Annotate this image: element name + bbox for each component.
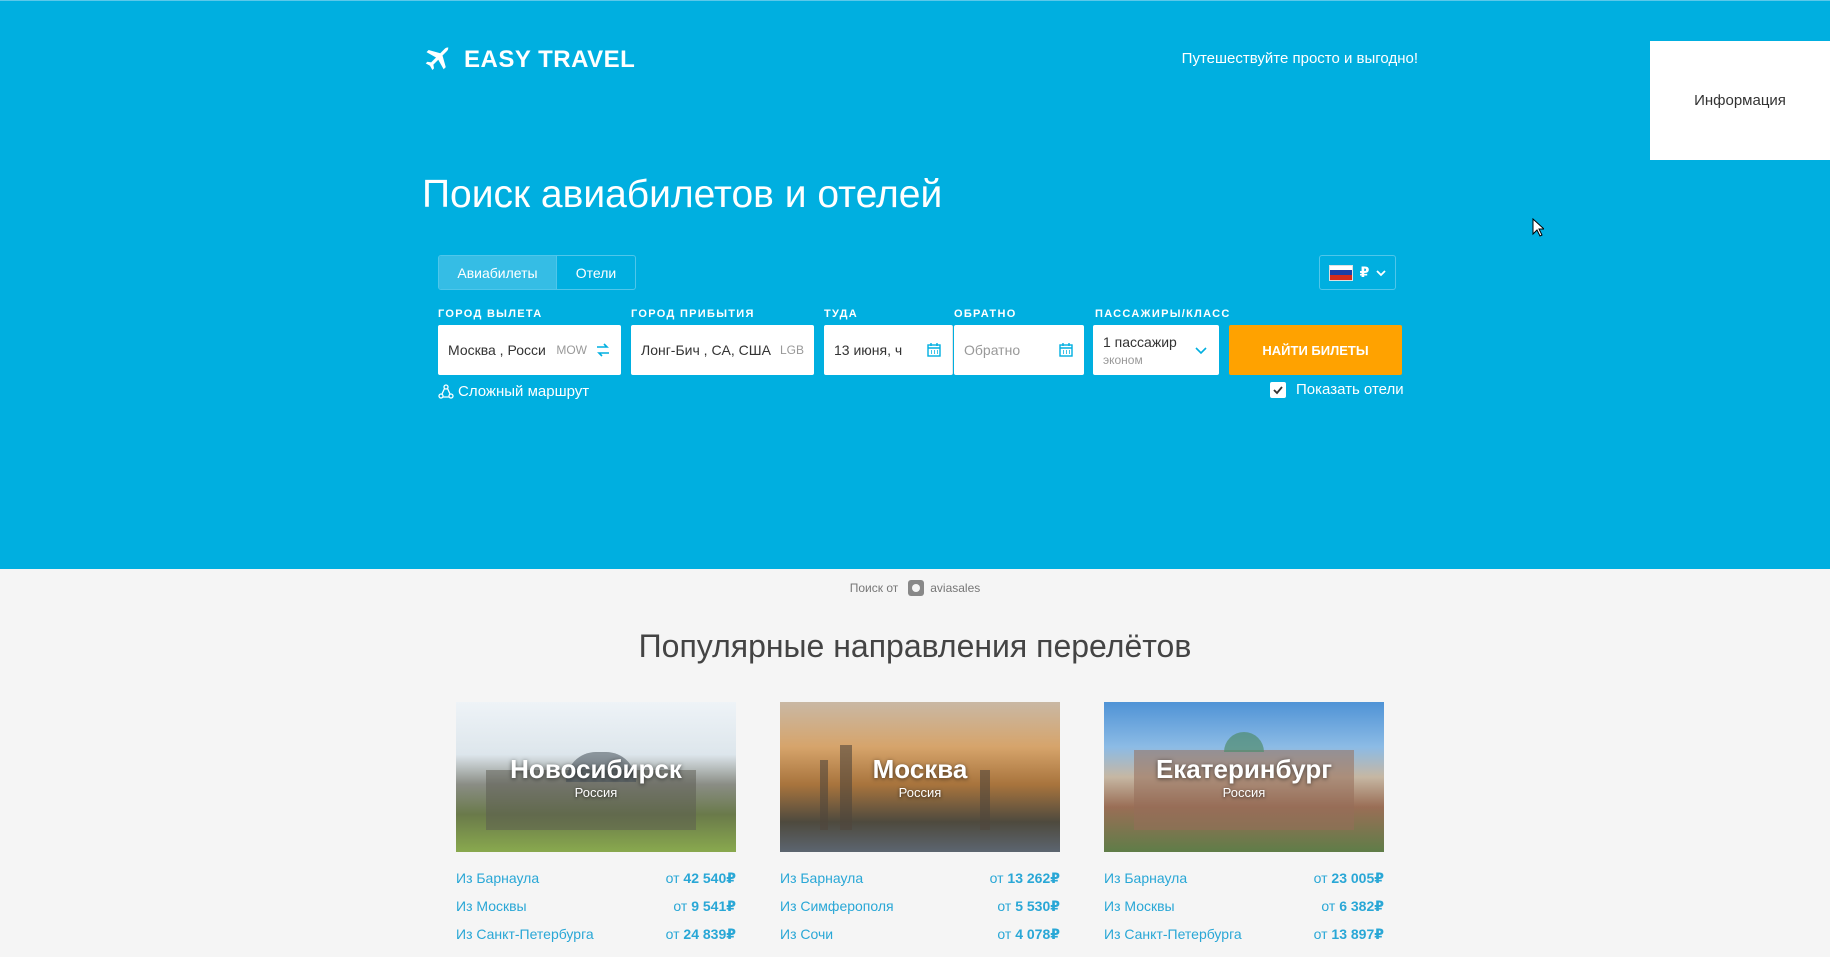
origin-code: MOW — [556, 343, 587, 357]
tab-flights[interactable]: Авиабилеты — [439, 256, 557, 289]
return-date-input[interactable]: Обратно — [954, 325, 1084, 375]
route-icon — [438, 383, 454, 399]
price-row[interactable]: Из Санкт-Петербурга от 24 839₽ — [456, 920, 736, 948]
route-price: от 13 262₽ — [989, 870, 1060, 886]
airplane-icon — [425, 46, 449, 70]
price-row[interactable]: Из Москвы от 9 541₽ — [456, 892, 736, 920]
chevron-down-icon — [1195, 347, 1207, 355]
destination-city: Москва — [872, 754, 968, 784]
depart-date-input[interactable]: 13 июня, ч — [824, 325, 953, 375]
russia-flag-icon — [1328, 264, 1353, 281]
powered-brand[interactable]: aviasales — [930, 581, 980, 595]
info-panel[interactable]: Информация — [1650, 41, 1830, 160]
route-price: от 42 540₽ — [665, 870, 736, 886]
destination-card[interactable]: Москва Россия Из Барнаула от 13 262₽ Из … — [780, 702, 1060, 948]
route-from: Из Барнаула — [780, 870, 864, 886]
route-from: Из Барнаула — [456, 870, 540, 886]
aviasales-logo-icon — [908, 580, 925, 596]
chevron-down-icon — [1376, 269, 1387, 276]
return-label: ОБРАТНО — [954, 308, 1017, 320]
route-price: от 9 541₽ — [673, 898, 736, 914]
destination-city: Екатеринбург — [1155, 754, 1333, 784]
destination-image[interactable]: Новосибирск Россия — [456, 702, 736, 852]
calendar-icon — [1059, 343, 1073, 357]
logo[interactable]: EASY TRAVEL — [422, 45, 635, 75]
price-row[interactable]: Из Санкт-Петербурга от 13 897₽ — [1104, 920, 1384, 948]
route-price: от 6 382₽ — [1321, 898, 1384, 914]
route-price: от 4 078₽ — [997, 926, 1060, 942]
mouse-cursor-icon — [1532, 218, 1544, 237]
depart-label: ТУДА — [824, 308, 858, 320]
calendar-icon — [927, 343, 941, 357]
currency-symbol: ₽ — [1359, 264, 1370, 280]
destination-image[interactable]: Москва Россия — [780, 702, 1060, 852]
show-hotels-toggle[interactable]: Показать отели — [1270, 381, 1404, 398]
route-from: Из Симферополя — [780, 898, 894, 914]
currency-selector[interactable]: ₽ — [1319, 255, 1396, 290]
page-title: Поиск авиабилетов и отелей — [422, 173, 943, 216]
show-hotels-label: Показать отели — [1296, 381, 1404, 398]
price-row[interactable]: Из Барнаула от 42 540₽ — [456, 864, 736, 892]
check-icon — [1273, 385, 1283, 394]
show-hotels-checkbox[interactable] — [1270, 381, 1286, 398]
route-from: Из Москвы — [456, 898, 527, 914]
destination-code: LGB — [779, 343, 804, 357]
depart-value: 13 июня, ч — [834, 342, 903, 358]
tab-hotels[interactable]: Отели — [557, 256, 635, 289]
search-tabs: Авиабилеты Отели — [438, 255, 636, 290]
complex-route-label: Сложный маршрут — [458, 383, 590, 400]
destination-label: ГОРОД ПРИБЫТИЯ — [631, 308, 755, 320]
price-row[interactable]: Из Сочи от 4 078₽ — [780, 920, 1060, 948]
hero-section: EASY TRAVEL Путешествуйте просто и выгод… — [0, 0, 1830, 569]
price-row[interactable]: Из Барнаула от 23 005₽ — [1104, 864, 1384, 892]
price-row[interactable]: Из Симферополя от 5 530₽ — [780, 892, 1060, 920]
route-from: Из Санкт-Петербурга — [1104, 926, 1242, 942]
popular-title: Популярные направления перелётов — [638, 628, 1192, 664]
origin-input[interactable]: Москва , Росси MOW — [438, 325, 621, 375]
route-price: от 23 005₽ — [1313, 870, 1384, 886]
tagline: Путешествуйте просто и выгодно! — [1181, 50, 1418, 67]
info-label: Информация — [1694, 92, 1786, 109]
search-button[interactable]: НАЙТИ БИЛЕТЫ — [1229, 325, 1402, 375]
destination-country: Россия — [1222, 785, 1266, 800]
complex-route-link[interactable]: Сложный маршрут — [438, 383, 589, 400]
passengers-selector[interactable]: 1 пассажир эконом — [1093, 325, 1219, 375]
destination-card[interactable]: Новосибирск Россия Из Барнаула от 42 540… — [456, 702, 736, 948]
route-price: от 13 897₽ — [1313, 926, 1384, 942]
passengers-value: 1 пассажир — [1103, 333, 1177, 350]
route-from: Из Санкт-Петербурга — [456, 926, 594, 942]
destination-city: Новосибирск — [510, 754, 682, 784]
route-price: от 5 530₽ — [997, 898, 1060, 914]
origin-value: Москва , Росси — [448, 342, 546, 358]
route-from: Из Москвы — [1104, 898, 1175, 914]
swap-icon[interactable] — [595, 342, 611, 358]
logo-text: EASY TRAVEL — [464, 46, 636, 73]
destination-country: Россия — [574, 785, 618, 800]
return-placeholder: Обратно — [964, 342, 1021, 358]
destination-country: Россия — [898, 785, 942, 800]
price-row[interactable]: Из Барнаула от 13 262₽ — [780, 864, 1060, 892]
destination-card[interactable]: Екатеринбург Россия Из Барнаула от 23 00… — [1104, 702, 1384, 948]
destination-value: Лонг-Бич , CA, США — [641, 342, 771, 358]
class-value: эконом — [1103, 352, 1143, 367]
destination-input[interactable]: Лонг-Бич , CA, США LGB — [631, 325, 814, 375]
origin-label: ГОРОД ВЫЛЕТА — [438, 308, 543, 320]
passengers-label: ПАССАЖИРЫ/КЛАСС — [1095, 308, 1231, 320]
route-from: Из Сочи — [780, 926, 834, 942]
price-row[interactable]: Из Москвы от 6 382₽ — [1104, 892, 1384, 920]
route-price: от 24 839₽ — [665, 926, 736, 942]
destination-image[interactable]: Екатеринбург Россия — [1104, 702, 1384, 852]
powered-by: Поиск от aviasales — [0, 580, 1830, 596]
powered-prefix: Поиск от — [849, 581, 899, 595]
route-from: Из Барнаула — [1104, 870, 1188, 886]
